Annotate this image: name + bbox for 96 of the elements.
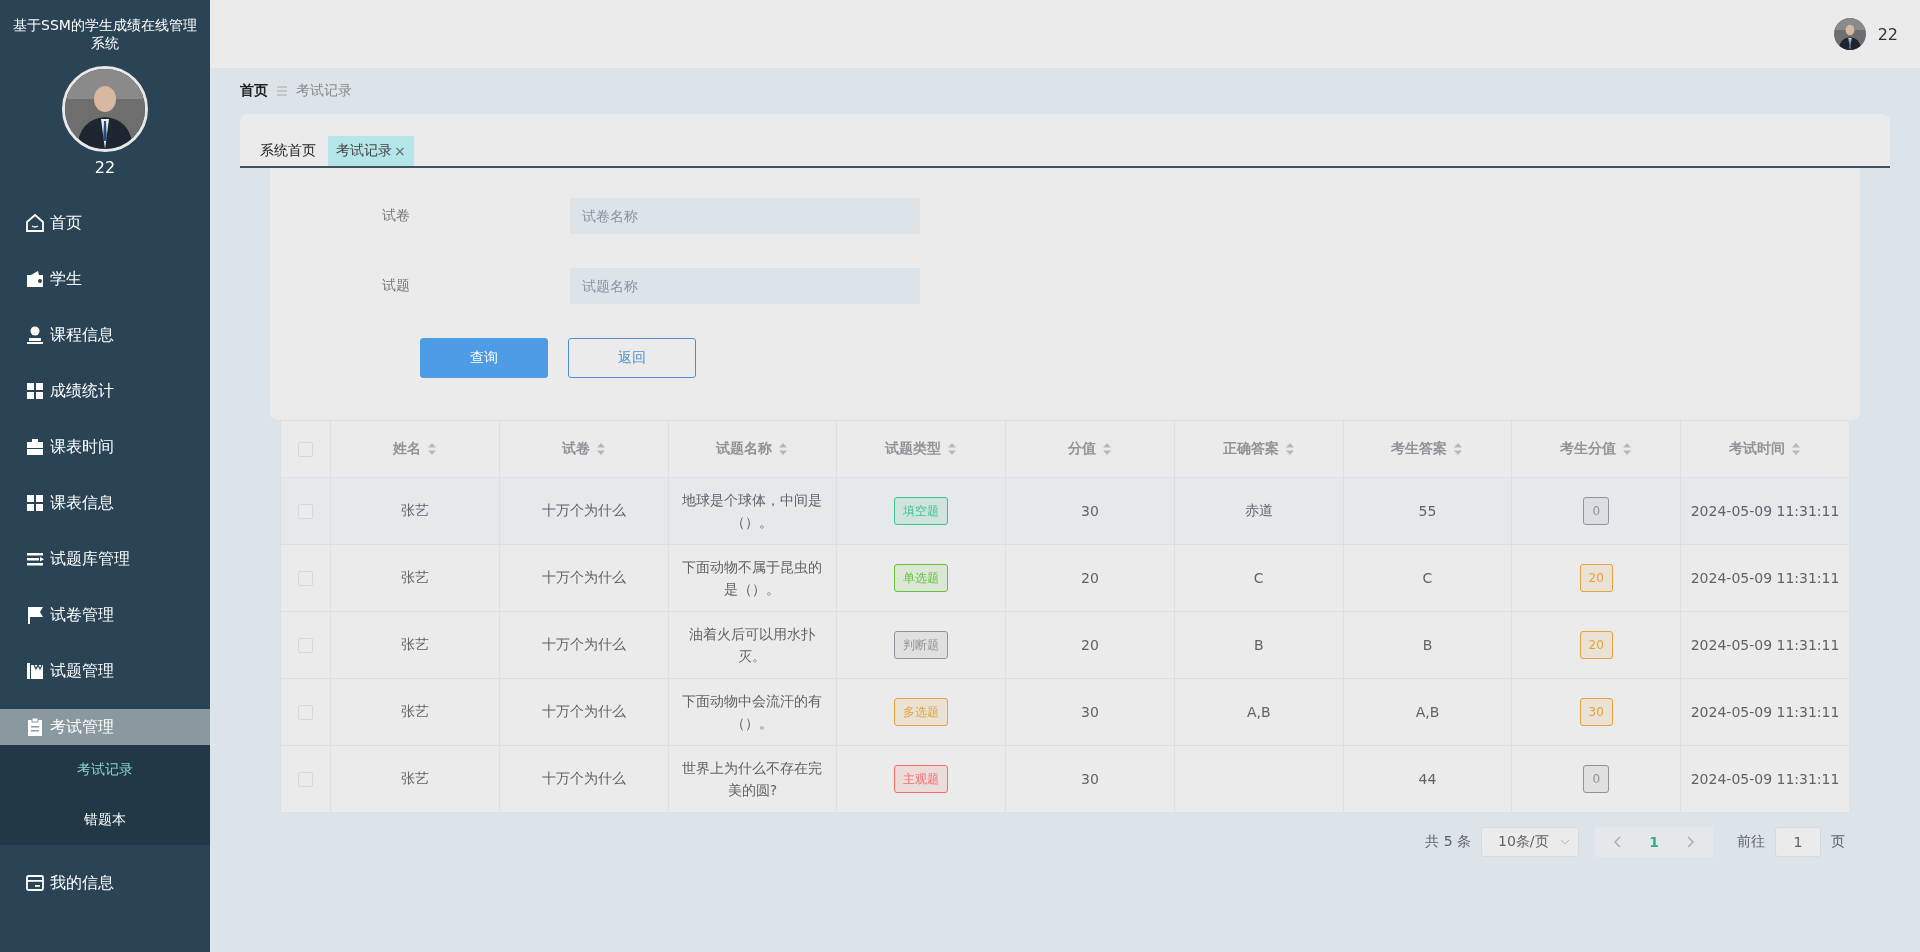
table-cell-text: 下面动物不属于昆虫的是（）。 bbox=[682, 558, 823, 599]
table-cell: 十万个为什么 bbox=[541, 502, 626, 518]
table-cell: 20 bbox=[1081, 637, 1099, 653]
sort-icon bbox=[595, 442, 606, 456]
score-tag: 30 bbox=[1579, 698, 1613, 726]
page-input[interactable]: 1 bbox=[1775, 827, 1821, 857]
type-tag: 判断题 bbox=[894, 631, 949, 659]
type-tag: 多选题 bbox=[894, 698, 949, 726]
sort-icon bbox=[947, 442, 958, 456]
back-button[interactable]: 返回 bbox=[568, 338, 696, 378]
type-tag: 单选题 bbox=[894, 564, 949, 592]
table-cell-text: 下面动物中会流汗的有（）。 bbox=[682, 692, 823, 733]
sort-icon bbox=[1284, 442, 1295, 456]
sort-icon bbox=[778, 442, 789, 456]
menu-item[interactable]: 首页 bbox=[0, 205, 210, 241]
table-cell: 20 bbox=[1081, 570, 1099, 586]
menu-item[interactable]: 试题管理 bbox=[0, 653, 210, 689]
submenu-item[interactable]: 考试记录 bbox=[77, 761, 133, 779]
score-tag: 20 bbox=[1579, 631, 1613, 659]
previous-icon[interactable] bbox=[1614, 836, 1622, 848]
grid-icon bbox=[24, 492, 46, 514]
briefcase-icon bbox=[24, 436, 46, 458]
table-cell: 30 bbox=[1081, 771, 1099, 787]
home-icon bbox=[24, 212, 46, 234]
type-tag: 主观题 bbox=[894, 765, 949, 793]
field-label: 试卷 bbox=[381, 207, 411, 225]
table-cell: C bbox=[1422, 570, 1433, 586]
table-cell: 赤道 bbox=[1244, 502, 1273, 518]
app-title: 基于SSM的学生成绩在线管理系统 bbox=[12, 16, 198, 52]
page-suffix: 页 bbox=[1831, 833, 1845, 851]
field-label: 试题 bbox=[381, 277, 411, 295]
score-tag: 20 bbox=[1579, 564, 1613, 592]
table-cell: 2024-05-09 11:31:11 bbox=[1690, 637, 1840, 653]
table-cell: 张艺 bbox=[400, 502, 429, 518]
breadcrumb-item[interactable]: 首页 bbox=[240, 82, 268, 100]
menu-item[interactable]: 我的信息 bbox=[0, 865, 210, 901]
table-cell: 30 bbox=[1081, 704, 1099, 720]
table-cell: 2024-05-09 11:31:11 bbox=[1690, 570, 1840, 586]
search-button[interactable]: 查询 bbox=[420, 338, 548, 378]
table-cell: 2024-05-09 11:31:11 bbox=[1690, 771, 1840, 787]
table-cell: 张艺 bbox=[400, 770, 429, 786]
table-cell: 44 bbox=[1418, 771, 1437, 787]
menu-item[interactable]: 学生 bbox=[0, 261, 210, 297]
page-size-select[interactable]: 10条/页 bbox=[1481, 827, 1579, 857]
books-icon bbox=[24, 660, 46, 682]
table-cell: 十万个为什么 bbox=[541, 636, 626, 652]
wallet-icon bbox=[24, 268, 46, 290]
menu-item[interactable]: 成绩统计 bbox=[0, 373, 210, 409]
score-tag: 0 bbox=[1583, 497, 1610, 525]
menu-item[interactable]: 试题库管理 bbox=[0, 541, 210, 577]
menu-item[interactable]: 试卷管理 bbox=[0, 597, 210, 633]
table-cell: B bbox=[1253, 637, 1264, 653]
table-cell: 张艺 bbox=[400, 636, 429, 652]
sort-icon bbox=[1453, 442, 1464, 456]
table-cell: 2024-05-09 11:31:11 bbox=[1690, 704, 1840, 720]
separator-icon bbox=[276, 85, 288, 97]
user-name: 22 bbox=[1877, 24, 1898, 44]
close-icon[interactable]: × bbox=[394, 143, 406, 159]
menu-item[interactable]: 课程信息 bbox=[0, 317, 210, 353]
sort-icon bbox=[1791, 442, 1802, 456]
menu-item[interactable]: 课表时间 bbox=[0, 429, 210, 465]
tab[interactable]: 考试记录× bbox=[328, 136, 414, 166]
user-name: 22 bbox=[94, 158, 116, 177]
sort-icon bbox=[426, 442, 437, 456]
submenu-item[interactable]: 错题本 bbox=[84, 811, 126, 829]
card-icon bbox=[24, 872, 46, 894]
score-tag: 0 bbox=[1583, 765, 1610, 793]
sort-icon bbox=[1101, 442, 1112, 456]
table-cell: 30 bbox=[1081, 503, 1099, 519]
sort-icon bbox=[1622, 442, 1633, 456]
table-cell-text: 地球是个球体，中间是（）。 bbox=[682, 491, 823, 532]
breadcrumb-item: 考试记录 bbox=[296, 82, 352, 100]
table-cell: B bbox=[1422, 637, 1433, 653]
table-cell: 十万个为什么 bbox=[541, 703, 626, 719]
person-icon bbox=[24, 324, 46, 346]
menu-item[interactable]: 考试管理 bbox=[0, 709, 210, 745]
table-cell: A,B bbox=[1246, 704, 1271, 720]
table-cell: 十万个为什么 bbox=[541, 770, 626, 786]
type-tag: 填空题 bbox=[894, 497, 949, 525]
table-cell: 十万个为什么 bbox=[541, 569, 626, 585]
input-field[interactable]: 试题名称 bbox=[570, 268, 920, 304]
table-cell: 55 bbox=[1418, 503, 1437, 519]
goto-label: 前往 bbox=[1737, 833, 1765, 851]
table-cell: C bbox=[1253, 570, 1264, 586]
input-field[interactable]: 试卷名称 bbox=[570, 198, 920, 234]
table-cell: 张艺 bbox=[400, 569, 429, 585]
table-cell: 张艺 bbox=[400, 703, 429, 719]
grid-icon bbox=[24, 380, 46, 402]
chevron-down-icon bbox=[1560, 839, 1570, 845]
table-cell: A,B bbox=[1415, 704, 1440, 720]
total-count: 共 5 条 bbox=[1425, 833, 1471, 851]
next-icon[interactable] bbox=[1686, 836, 1694, 848]
table-cell-text: 世界上为什么不存在完美的圆? bbox=[682, 759, 823, 800]
table-cell: 2024-05-09 11:31:11 bbox=[1690, 503, 1840, 519]
menu-item[interactable]: 课表信息 bbox=[0, 485, 210, 521]
table-cell-text: 油着火后可以用水扑灭。 bbox=[688, 625, 817, 666]
